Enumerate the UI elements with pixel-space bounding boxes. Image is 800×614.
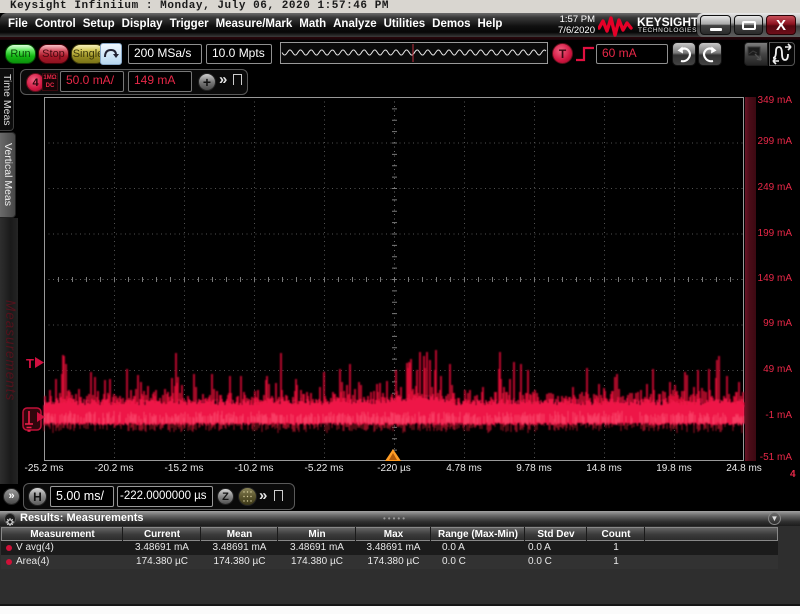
- svg-text:T: T: [26, 356, 34, 371]
